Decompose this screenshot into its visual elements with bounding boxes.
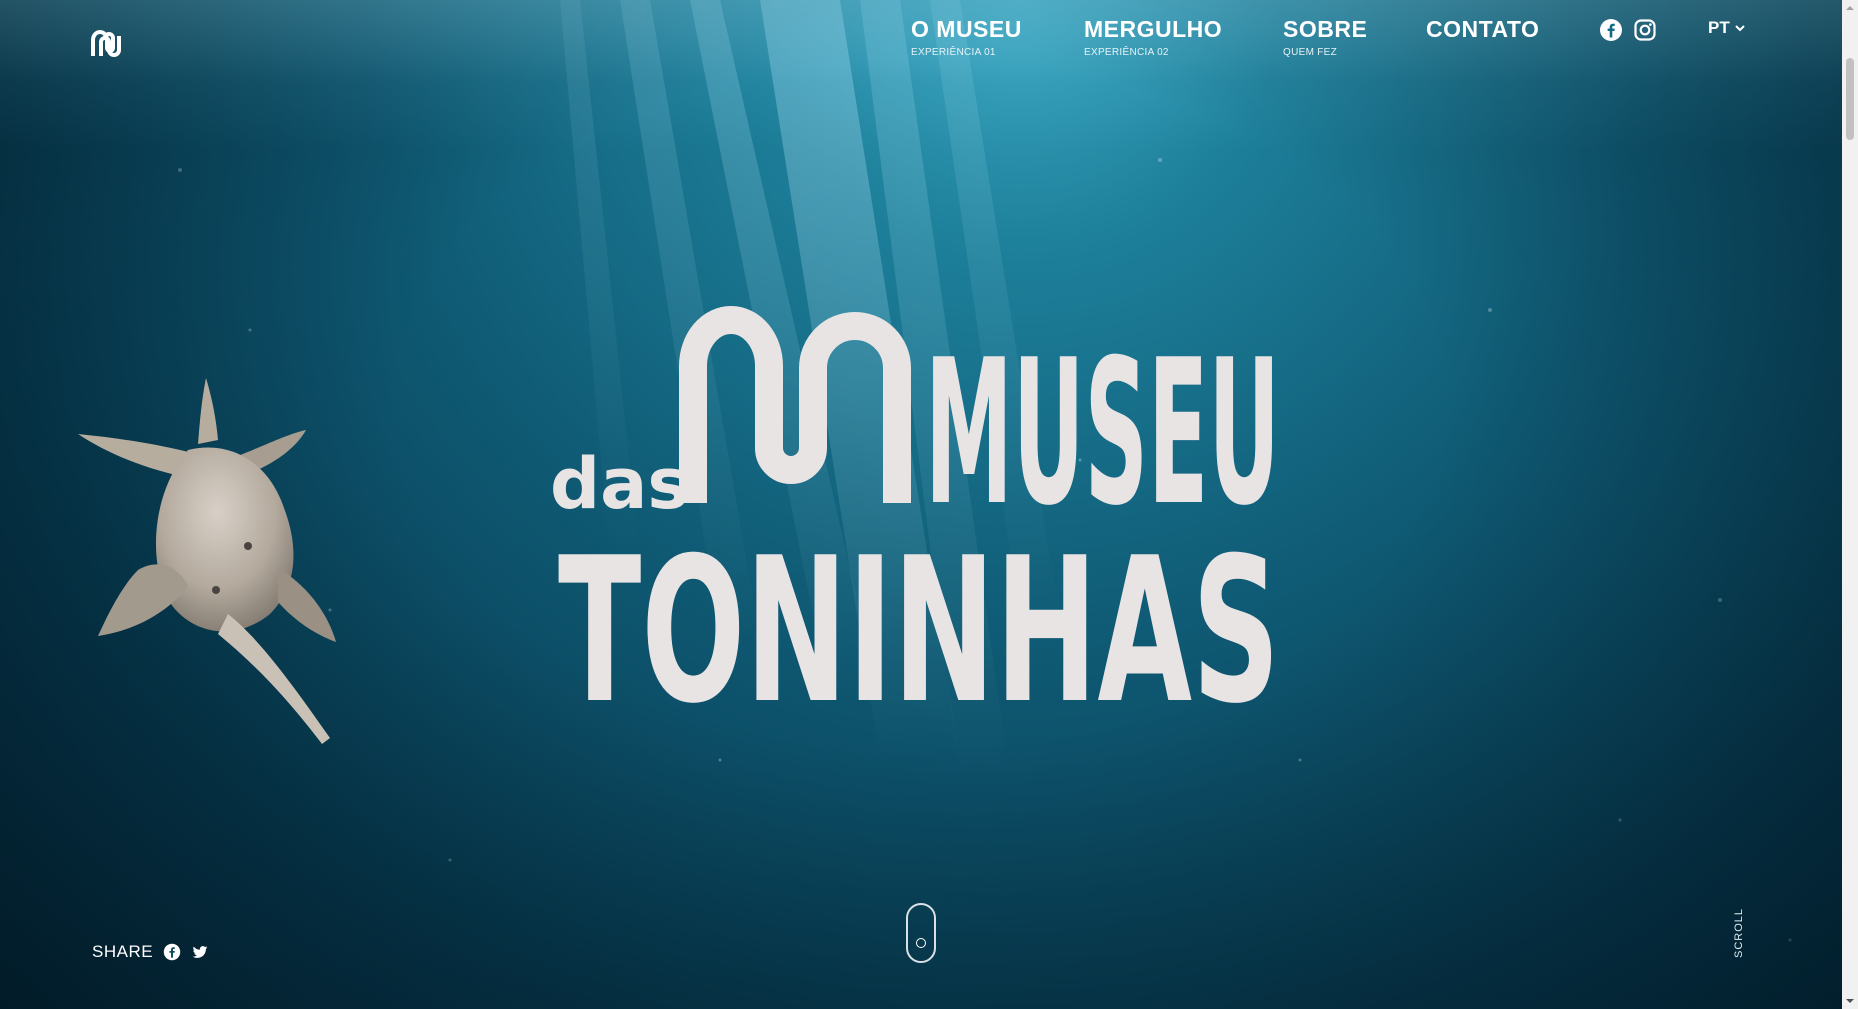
chevron-down-icon bbox=[1735, 25, 1745, 32]
nav-item-contato[interactable]: CONTATO bbox=[1426, 16, 1539, 43]
site-logo[interactable] bbox=[90, 28, 122, 58]
twitter-icon[interactable] bbox=[191, 943, 209, 961]
language-label: PT bbox=[1708, 18, 1730, 37]
scroll-label: SCROLL bbox=[1733, 907, 1745, 958]
scroll-dot bbox=[916, 938, 926, 948]
hero-title: das MUSEU TONINHAS bbox=[550, 306, 1280, 718]
hero-title-prefix: das bbox=[550, 443, 689, 525]
nav-item-sobre[interactable]: SOBRE QUEM FEZ bbox=[1283, 16, 1367, 58]
share-bar: SHARE bbox=[92, 942, 209, 962]
nav-sublabel: EXPERIÊNCIA 02 bbox=[1084, 47, 1169, 58]
dolphin-illustration bbox=[78, 378, 336, 744]
share-label: SHARE bbox=[92, 942, 154, 961]
nav-sublabel: QUEM FEZ bbox=[1283, 47, 1338, 58]
nav-item-o-museu[interactable]: O MUSEU EXPERIÊNCIA 01 bbox=[911, 16, 1022, 58]
scroll-up-arrow[interactable] bbox=[1842, 0, 1858, 16]
scroll-down-arrow[interactable] bbox=[1842, 993, 1858, 1009]
nav-sublabel: EXPERIÊNCIA 01 bbox=[911, 47, 996, 58]
hero-title-line2: TONINHAS bbox=[558, 515, 1280, 718]
nav-label: SOBRE bbox=[1283, 16, 1368, 42]
scrollbar-thumb[interactable] bbox=[1846, 58, 1854, 140]
nav-label: O MUSEU bbox=[911, 16, 1022, 42]
nav-label: MERGULHO bbox=[1084, 16, 1223, 42]
nav-label: CONTATO bbox=[1426, 16, 1540, 42]
facebook-icon[interactable] bbox=[163, 943, 181, 961]
language-selector[interactable]: PT bbox=[1708, 18, 1745, 38]
page-scrollbar[interactable] bbox=[1842, 0, 1858, 1009]
instagram-icon[interactable] bbox=[1633, 18, 1657, 42]
scroll-indicator[interactable] bbox=[906, 903, 936, 963]
social-links bbox=[1599, 18, 1657, 42]
facebook-icon[interactable] bbox=[1599, 18, 1623, 42]
nav-item-mergulho[interactable]: MERGULHO EXPERIÊNCIA 02 bbox=[1084, 16, 1222, 58]
